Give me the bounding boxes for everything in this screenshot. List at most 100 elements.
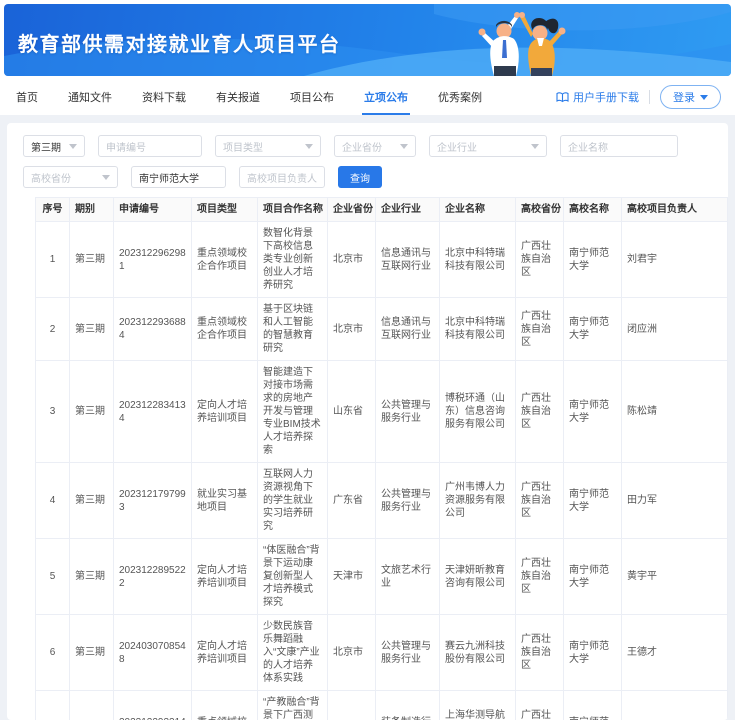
cell-university-province: 广西壮族自治区 — [515, 538, 564, 615]
col-header-company-name: 企业名称 — [439, 197, 516, 222]
university-name-input[interactable]: 南宁师范大学 — [131, 166, 226, 188]
col-header-project-type: 项目类型 — [191, 197, 258, 222]
cell-company-industry: 公共管理与服务行业 — [375, 614, 440, 691]
cell-period: 第三期 — [69, 360, 114, 463]
nav-tab-downloads[interactable]: 资料下载 — [140, 79, 188, 115]
company-industry-select[interactable]: 企业行业 — [429, 135, 547, 157]
company-province-placeholder: 企业省份 — [342, 142, 382, 154]
cell-university-province: 广西壮族自治区 — [515, 297, 564, 361]
cell-index: 3 — [35, 360, 70, 463]
table-row[interactable]: 3 第三期 2023122834134 定向人才培养培训项目 智能建造下对接市场… — [35, 360, 728, 463]
cell-company-name: 上海华测导航技术股份有限公司 — [439, 690, 516, 720]
chevron-down-icon — [400, 143, 408, 149]
cell-company-name: 北京中科特瑞科技有限公司 — [439, 297, 516, 361]
cell-university-leader: 刘君宇 — [621, 221, 728, 298]
table-row[interactable]: 5 第三期 2023122895222 定向人才培养培训项目 “体医融合”背景下… — [35, 538, 728, 615]
chevron-down-icon — [700, 94, 708, 100]
university-name-value: 南宁师范大学 — [139, 173, 199, 185]
cell-application-number: 2024030708548 — [113, 614, 192, 691]
application-number-placeholder: 申请编号 — [106, 142, 146, 154]
application-number-input[interactable]: 申请编号 — [98, 135, 202, 157]
cell-index: 5 — [35, 538, 70, 615]
cell-university-name: 南宁师范大学 — [563, 462, 622, 539]
user-manual-download[interactable]: 用户手册下载 — [556, 89, 639, 105]
company-industry-placeholder: 企业行业 — [437, 142, 477, 154]
cell-period: 第三期 — [69, 538, 114, 615]
cell-project-name: 少数民族音乐舞蹈融入“文康”产业的人才培养体系实践 — [257, 614, 328, 691]
cell-project-name: “体医融合”背景下运动康复创新型人才培养模式探究 — [257, 538, 328, 615]
cell-period: 第三期 — [69, 221, 114, 298]
login-button[interactable]: 登录 — [660, 85, 721, 109]
main-nav: 首页 通知文件 资料下载 有关报道 项目公布 立项公布 优秀案例 用户手册下载 … — [0, 79, 735, 115]
table-row[interactable]: 4 第三期 2023121797993 就业实习基地项目 互联网人力资源视角下的… — [35, 462, 728, 539]
search-button[interactable]: 查询 — [338, 166, 382, 188]
period-select[interactable]: 第三期 — [23, 135, 85, 157]
filter-row-2: 高校省份 南宁师范大学 高校项目负责人 查询 — [23, 166, 712, 188]
cell-university-name: 南宁师范大学 — [563, 221, 622, 298]
university-province-placeholder: 高校省份 — [31, 173, 71, 185]
company-name-input[interactable]: 企业名称 — [560, 135, 678, 157]
nav-tab-cases[interactable]: 优秀案例 — [436, 79, 484, 115]
cell-application-number: 2023122962981 — [113, 221, 192, 298]
col-header-period: 期别 — [69, 197, 114, 222]
cell-university-leader: 王德才 — [621, 614, 728, 691]
cell-university-leader: 陈松靖 — [621, 360, 728, 463]
cell-company-name: 天津妍昕教育咨询有限公司 — [439, 538, 516, 615]
table-row[interactable]: 6 第三期 2024030708548 定向人才培养培训项目 少数民族音乐舞蹈融… — [35, 614, 728, 691]
cell-university-province: 广西壮族自治区 — [515, 462, 564, 539]
nav-divider — [649, 90, 650, 104]
cell-project-type: 就业实习基地项目 — [191, 462, 258, 539]
cell-company-name: 北京中科特瑞科技有限公司 — [439, 221, 516, 298]
col-header-project-name: 项目合作名称 — [257, 197, 328, 222]
cell-company-industry: 文旅艺术行业 — [375, 538, 440, 615]
cell-company-province: 北京市 — [327, 297, 376, 361]
cell-company-province: 上海市 — [327, 690, 376, 720]
cell-university-leader: 闭应洲 — [621, 297, 728, 361]
results-card: 第三期 申请编号 项目类型 企业省份 企业行业 企业名称 高校省份 南宁师范大学… — [7, 123, 728, 720]
cell-university-name: 南宁师范大学 — [563, 690, 622, 720]
page-title: 教育部供需对接就业育人项目平台 — [18, 34, 341, 56]
col-header-application-number: 申请编号 — [113, 197, 192, 222]
cell-university-name: 南宁师范大学 — [563, 538, 622, 615]
table-wrapper: 序号 期别 申请编号 项目类型 项目合作名称 企业省份 企业行业 企业名称 高校… — [35, 197, 728, 720]
nav-tab-notices[interactable]: 通知文件 — [66, 79, 114, 115]
cell-company-name: 赛云九洲科技股份有限公司 — [439, 614, 516, 691]
chevron-down-icon — [531, 143, 539, 149]
cell-index: 2 — [35, 297, 70, 361]
company-province-select[interactable]: 企业省份 — [334, 135, 416, 157]
cell-university-name: 南宁师范大学 — [563, 360, 622, 463]
cell-project-type: 重点领域校企合作项目 — [191, 690, 258, 720]
table-row[interactable]: 1 第三期 2023122962981 重点领域校企合作项目 数智化背景下高校信… — [35, 221, 728, 298]
nav-tab-approved-projects[interactable]: 立项公布 — [362, 79, 410, 115]
cell-company-province: 北京市 — [327, 221, 376, 298]
table-row[interactable]: 2 第三期 2023122936884 重点领域校企合作项目 基于区块链和人工智… — [35, 297, 728, 361]
nav-tabs: 首页 通知文件 资料下载 有关报道 项目公布 立项公布 优秀案例 — [14, 79, 484, 115]
col-header-index: 序号 — [35, 197, 70, 222]
cell-university-leader: 吴迪 — [621, 690, 728, 720]
chevron-down-icon — [305, 143, 313, 149]
cell-project-type: 重点领域校企合作项目 — [191, 297, 258, 361]
book-icon — [556, 91, 569, 102]
table-row[interactable]: 7 第三期 2023122932143 重点领域校企合作项目 “产教融合”背景下… — [35, 690, 728, 720]
cell-project-name: 智能建造下对接市场需求的房地产开发与管理专业BIM技术人才培养探索 — [257, 360, 328, 463]
cell-project-name: 互联网人力资源视角下的学生就业实习培养研究 — [257, 462, 328, 539]
table-header: 序号 期别 申请编号 项目类型 项目合作名称 企业省份 企业行业 企业名称 高校… — [35, 197, 728, 222]
project-type-placeholder: 项目类型 — [223, 142, 263, 154]
table-body: 1 第三期 2023122962981 重点领域校企合作项目 数智化背景下高校信… — [35, 221, 728, 720]
cell-index: 4 — [35, 462, 70, 539]
project-type-select[interactable]: 项目类型 — [215, 135, 321, 157]
university-leader-input[interactable]: 高校项目负责人 — [239, 166, 325, 188]
cell-company-industry: 装备制造行业 — [375, 690, 440, 720]
chevron-down-icon — [69, 143, 77, 149]
nav-tab-reports[interactable]: 有关报道 — [214, 79, 262, 115]
cell-index: 1 — [35, 221, 70, 298]
cell-project-type: 定向人才培养培训项目 — [191, 538, 258, 615]
cell-university-province: 广西壮族自治区 — [515, 690, 564, 720]
nav-right: 用户手册下载 登录 — [556, 85, 721, 109]
nav-tab-home[interactable]: 首页 — [14, 79, 40, 115]
page: 教育部供需对接就业育人项目平台 首页 通知文件 资料下载 有关报道 项目公布 立… — [0, 0, 735, 720]
university-province-select[interactable]: 高校省份 — [23, 166, 118, 188]
nav-tab-project-publish[interactable]: 项目公布 — [288, 79, 336, 115]
filter-bar: 第三期 申请编号 项目类型 企业省份 企业行业 企业名称 高校省份 南宁师范大学… — [23, 135, 712, 188]
cell-university-province: 广西壮族自治区 — [515, 360, 564, 463]
